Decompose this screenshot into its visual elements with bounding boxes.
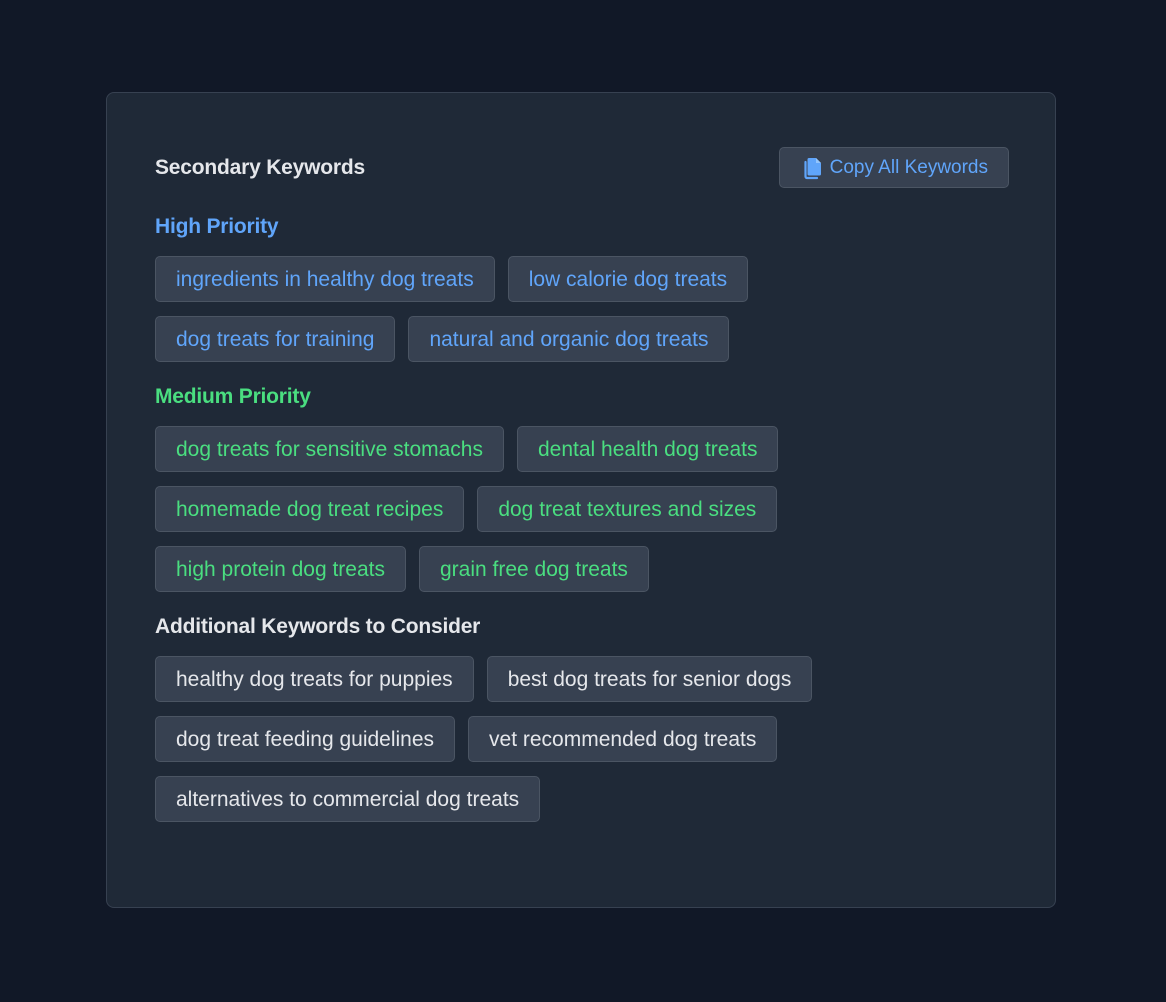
keyword-chip[interactable]: vet recommended dog treats [468, 716, 778, 762]
keyword-chip[interactable]: natural and organic dog treats [408, 316, 730, 362]
high-priority-section: High Priority ingredients in healthy dog … [155, 212, 1009, 362]
keyword-chip[interactable]: healthy dog treats for puppies [155, 656, 474, 702]
keyword-chip[interactable]: dog treat feeding guidelines [155, 716, 456, 762]
keyword-chip[interactable]: dog treats for training [155, 316, 396, 362]
keyword-sections: High Priority ingredients in healthy dog … [155, 212, 1009, 822]
additional-section-title: Additional Keywords to Consider [155, 615, 481, 638]
card-content: Secondary Keywords Copy All Keywords Hig… [155, 147, 1009, 822]
medium-keyword-list: dog treats for sensitive stomachs dental … [155, 426, 915, 592]
keyword-chip[interactable]: homemade dog treat recipes [155, 486, 465, 532]
secondary-keywords-card: Secondary Keywords Copy All Keywords Hig… [106, 92, 1056, 908]
keyword-chip[interactable]: ingredients in healthy dog treats [155, 256, 495, 302]
medium-priority-section: Medium Priority dog treats for sensitive … [155, 382, 1009, 592]
additional-priority-section: Additional Keywords to Consider healthy d… [155, 612, 1009, 822]
medium-section-title: Medium Priority [155, 385, 311, 408]
card-header: Secondary Keywords Copy All Keywords [155, 147, 1009, 188]
keyword-chip[interactable]: best dog treats for senior dogs [486, 656, 813, 702]
copy-all-keywords-label: Copy All Keywords [829, 156, 988, 178]
keyword-chip[interactable]: alternatives to commercial dog treats [155, 776, 541, 822]
high-keyword-list: ingredients in healthy dog treats low cal… [155, 256, 915, 362]
additional-keyword-list: healthy dog treats for puppies best dog t… [155, 656, 915, 822]
keyword-chip[interactable]: dental health dog treats [516, 426, 779, 472]
high-section-title: High Priority [155, 215, 279, 238]
keyword-chip[interactable]: high protein dog treats [155, 546, 406, 592]
keyword-chip[interactable]: dog treat textures and sizes [477, 486, 778, 532]
card-title: Secondary Keywords [155, 155, 365, 179]
document-copy-icon [802, 156, 822, 180]
keyword-chip[interactable]: grain free dog treats [418, 546, 649, 592]
keyword-chip[interactable]: low calorie dog treats [507, 256, 749, 302]
keyword-chip[interactable]: dog treats for sensitive stomachs [155, 426, 504, 472]
copy-all-keywords-button[interactable]: Copy All Keywords [778, 147, 1009, 188]
